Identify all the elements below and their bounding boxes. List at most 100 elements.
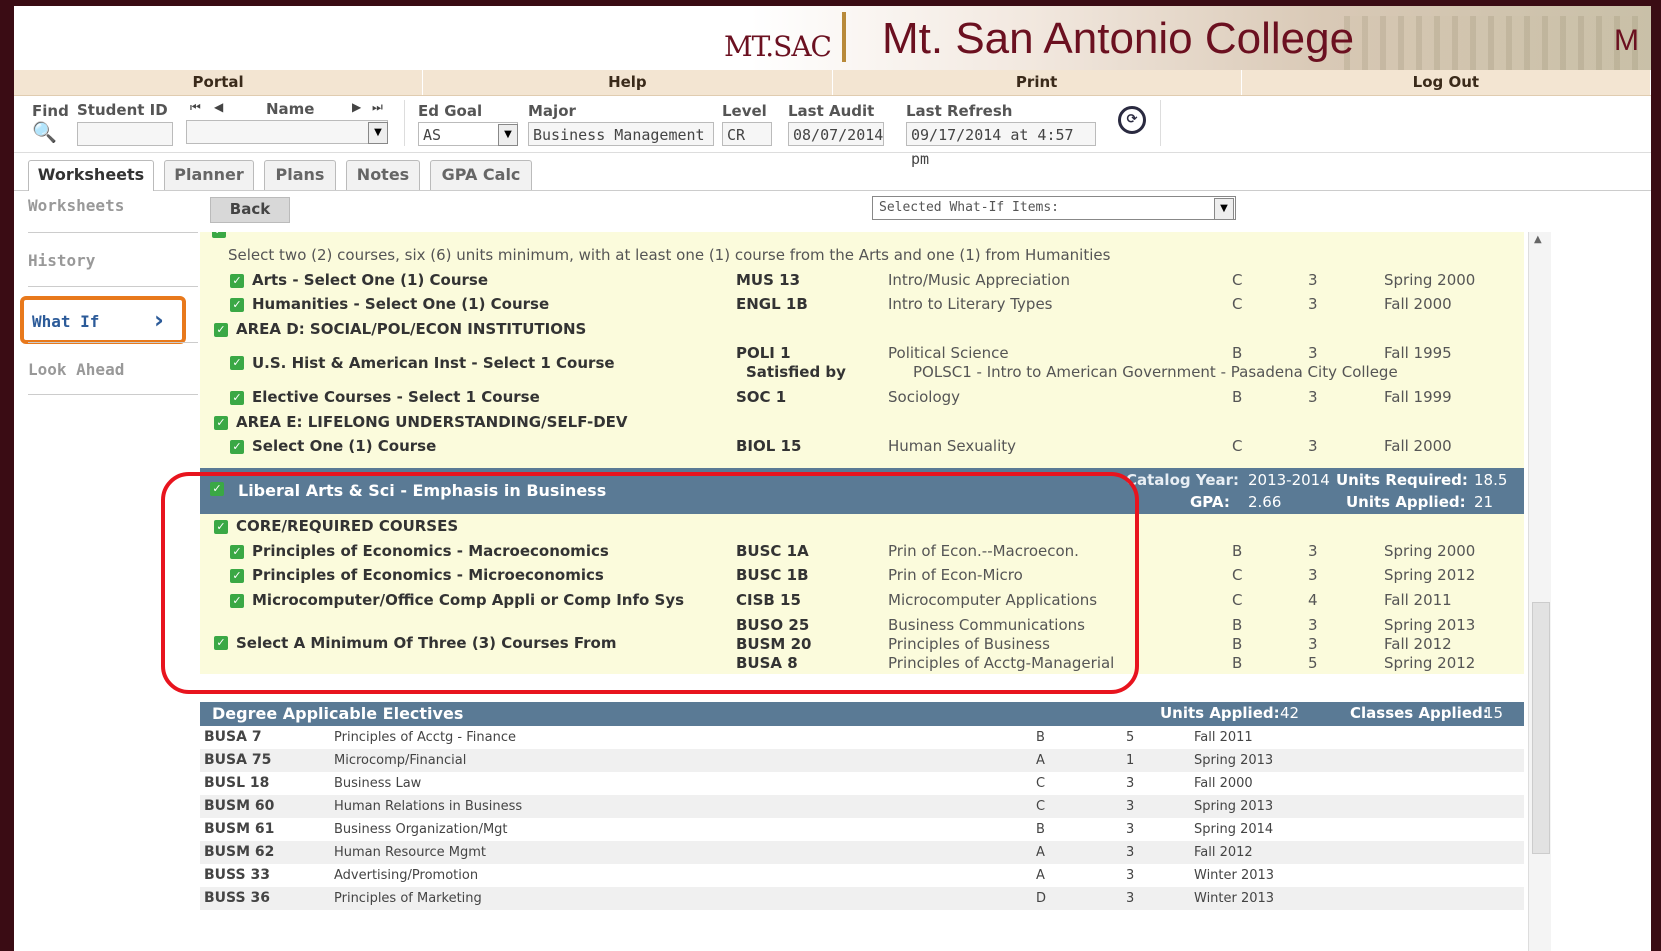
term: Fall 2000 [1194,776,1253,791]
catalog-year-label: Catalog Year: [1126,471,1240,489]
chevron-down-icon[interactable]: ▼ [498,124,518,146]
units-required-label: Units Required: [1336,471,1468,489]
units-applied-label: Units Applied: [1160,704,1280,722]
term: Fall 2011 [1194,730,1253,745]
scrollbar[interactable]: ▲ [1528,232,1551,951]
scroll-up-icon[interactable]: ▲ [1534,234,1542,245]
area-c-instructions: Select two (2) courses, six (6) units mi… [200,246,1524,270]
menu-portal[interactable]: Portal [14,70,424,95]
tab-plans[interactable]: Plans [264,160,336,190]
next-record-icon[interactable]: ▶ [352,100,361,114]
tab-planner[interactable]: Planner [164,160,254,190]
area-title: AREA D: SOCIAL/POL/ECON INSTITUTIONS [236,320,587,338]
college-name-tail: M [1614,24,1639,57]
units: 4 [1308,591,1318,609]
grade: B [1036,822,1045,837]
elective-row: BUSS 36 Principles of Marketing D 3 Wint… [200,887,1524,910]
grade: B [1232,654,1243,672]
back-button[interactable]: Back [210,197,290,223]
find-label: Find [32,102,69,120]
find-icon[interactable]: 🔍 [32,120,57,144]
term: Spring 2012 [1384,566,1476,584]
chevron-down-icon[interactable]: ▼ [368,122,388,144]
grade: C [1036,799,1046,814]
major-label: Major [528,102,576,120]
tab-notes[interactable]: Notes [346,160,420,190]
grade: B [1232,635,1243,653]
requirement-row: ✓ Elective Courses - Select 1 Course SOC… [200,388,1524,412]
sidebar-item-history[interactable]: History [28,251,198,270]
units: 3 [1126,799,1135,814]
course-title: Intro to Literary Types [888,295,1053,313]
chevron-down-icon[interactable]: ▼ [1214,198,1234,220]
course-code[interactable]: ENGL 1B [736,295,808,313]
what-if-items-select[interactable]: Selected What-If Items: [872,196,1236,220]
elective-row: BUSA 7 Principles of Acctg - Finance B 5… [200,726,1524,749]
requirement-row: ✓ Humanities - Select One (1) Course ENG… [200,295,1524,319]
sidebar-item-worksheets[interactable]: Worksheets [28,196,198,215]
course-code[interactable]: BUSL 18 [204,772,269,795]
units: 3 [1308,437,1318,455]
units-applied: 42 [1280,704,1300,722]
requirement-row: ✓ Arts - Select One (1) Course MUS 13 In… [200,271,1524,295]
term: Spring 2000 [1384,542,1476,560]
grade: D [1036,891,1047,906]
units-required: 18.5 [1474,471,1508,489]
course-title: Business Law [334,776,422,791]
units: 5 [1308,654,1318,672]
prev-record-icon[interactable]: ◀ [214,100,223,114]
course-code[interactable]: BUSS 33 [204,864,270,887]
units: 3 [1308,566,1318,584]
sidebar-item-look-ahead[interactable]: Look Ahead [28,360,198,379]
refresh-icon[interactable]: ⟳ [1118,106,1146,134]
course-code[interactable]: BUSM 62 [204,841,274,864]
menu-logout[interactable]: Log Out [1242,70,1651,95]
requirement-row: ✓ Select One (1) Course BIOL 15 Human Se… [200,437,1524,461]
course-code[interactable]: POLI 1 [736,344,791,362]
term: Fall 2000 [1384,437,1452,455]
check-icon: ✓ [230,356,244,370]
course-code[interactable]: BUSA 75 [204,749,271,772]
course-code[interactable]: BUSM 60 [204,795,274,818]
last-refresh-label: Last Refresh [906,102,1013,120]
menu-help[interactable]: Help [423,70,833,95]
menu-print[interactable]: Print [833,70,1242,95]
grade: B [1232,344,1243,362]
divider [28,342,198,343]
term: Fall 2012 [1384,635,1452,653]
grade: C [1232,437,1243,455]
course-code[interactable]: MUS 13 [736,271,800,289]
tab-gpa-calc[interactable]: GPA Calc [430,160,532,190]
units: 3 [1308,616,1318,634]
level-label: Level [722,102,767,120]
elective-row: BUSS 33 Advertising/Promotion A 3 Winter… [200,864,1524,887]
scrollbar-thumb[interactable] [1532,602,1550,854]
grade: C [1232,295,1243,313]
requirement-label: Select One (1) Course [252,437,437,455]
student-id-input[interactable] [77,122,173,146]
name-label: Name [266,100,315,118]
requirement-label: Humanities - Select One (1) Course [252,295,550,313]
course-code[interactable]: BUSM 61 [204,818,274,841]
last-refresh-field: 09/17/2014 at 4:57 pm [906,122,1096,168]
catalog-year: 2013-2014 [1248,471,1330,489]
name-select[interactable] [186,120,388,144]
tab-worksheets[interactable]: Worksheets [28,160,154,191]
grade: A [1036,753,1045,768]
course-code[interactable]: BUSS 36 [204,887,270,910]
elective-row: BUSM 62 Human Resource Mgmt A 3 Fall 201… [200,841,1524,864]
term: Winter 2013 [1194,891,1275,906]
term: Spring 2013 [1194,799,1274,814]
course-code[interactable]: SOC 1 [736,388,786,406]
course-title: Advertising/Promotion [334,868,479,883]
requirement-label: U.S. Hist & American Inst - Select 1 Cou… [252,354,615,372]
course-code[interactable]: BIOL 15 [736,437,801,455]
term: Spring 2012 [1384,654,1476,672]
first-record-icon[interactable]: ⏮ [190,100,201,115]
units: 3 [1126,845,1135,860]
grade: B [1232,388,1243,406]
last-record-icon[interactable]: ⏭ [372,100,383,115]
course-code[interactable]: BUSA 7 [204,726,262,749]
sidebar-item-what-if[interactable]: What If › [20,296,186,344]
check-icon: ✓ [230,391,244,405]
